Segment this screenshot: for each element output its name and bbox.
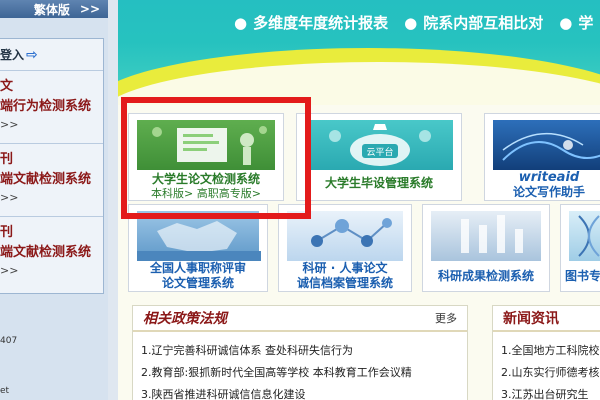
- writing-assistant-title: 论文写作助手: [512, 185, 585, 199]
- list-item[interactable]: 3.陕西省推进科研诚信信息化建设: [141, 384, 459, 400]
- sidebar-misc-text: et: [0, 386, 10, 396]
- sidebar-item-line1: 刊: [0, 225, 14, 240]
- banner-feature: ● 多维度年度统计报表: [234, 14, 389, 32]
- sidebar-misc-text: 407: [0, 336, 18, 346]
- cloud-platform-badge: 云平台: [366, 146, 393, 158]
- lab-illustration: [431, 211, 541, 261]
- policy-header: 相关政策法规 更多: [133, 306, 467, 332]
- list-item[interactable]: 1.辽宁完善科研诚信体系 查处科研失信行为: [141, 340, 459, 362]
- title-review-line2: 论文管理系统: [161, 276, 234, 290]
- feature-banner: ● 多维度年度统计报表 ● 院系内部互相比对 ● 学: [118, 0, 600, 105]
- sidebar-item-line2: 端行为检测系统: [0, 99, 92, 114]
- login-heading[interactable]: 登入 ⇨: [0, 39, 103, 71]
- banner-feature: ● 学: [559, 14, 594, 32]
- list-item[interactable]: 2.教育部:狠抓新时代全国高等学校 本科教育工作会议精: [141, 362, 459, 384]
- system-login-panel: 登入 ⇨ 文 端行为检测系统 >> 刊 端文献检测系统 >> 刊 端文献检测系统…: [0, 38, 104, 294]
- title-review-illustration: [137, 211, 261, 261]
- banner-feature-list: ● 多维度年度统计报表 ● 院系内部互相比对 ● 学: [234, 12, 593, 33]
- news-header: 新闻资讯: [493, 306, 600, 332]
- left-sidebar: 繁体版 >> 登入 ⇨ 文 端行为检测系统 >> 刊 端文献检测系统 >> 刊 …: [0, 0, 108, 400]
- tile-graduation-design[interactable]: 云平台 大学生毕设管理系统: [296, 113, 462, 201]
- graduation-design-illustration: 云平台: [305, 120, 453, 170]
- policy-list: 1.辽宁完善科研诚信体系 查处科研失信行为 2.教育部:狠抓新时代全国高等学校 …: [133, 332, 467, 400]
- news-box: 新闻资讯 1.全国地方工科院校 2.山东实行师德考核 3.江苏出台研究生: [492, 305, 600, 400]
- arrow-right-icon: ⇨: [26, 46, 38, 63]
- research-results-title: 科研成果检测系统: [437, 269, 534, 283]
- graduation-design-title: 大学生毕设管理系统: [324, 176, 433, 190]
- list-item[interactable]: 2.山东实行师德考核: [501, 362, 600, 384]
- sidebar-item-more[interactable]: >>: [0, 117, 103, 133]
- sidebar-item-more[interactable]: >>: [0, 263, 103, 279]
- vocational-version-link[interactable]: 高职高专版>: [197, 187, 261, 200]
- sidebar-item-literature-detection-2[interactable]: 刊 端文献检测系统 >>: [0, 217, 103, 290]
- sidebar-item-literature-detection-1[interactable]: 刊 端文献检测系统 >>: [0, 144, 103, 217]
- traditional-chinese-link[interactable]: 繁体版 >>: [0, 0, 108, 18]
- research-integrity-line1: 科研 · 人事论文: [302, 261, 388, 275]
- sidebar-item-line2: 端文献检测系统: [0, 245, 92, 260]
- tile-writing-assistant[interactable]: writeaid 论文写作助手: [484, 113, 600, 201]
- policy-news-box: 相关政策法规 更多 1.辽宁完善科研诚信体系 查处科研失信行为 2.教育部:狠抓…: [132, 305, 468, 400]
- tile-books[interactable]: 图书专: [560, 204, 600, 292]
- policy-title: 相关政策法规: [143, 311, 227, 327]
- banner-feature: ● 院系内部互相比对: [404, 14, 544, 32]
- bullet-icon: ●: [234, 14, 248, 32]
- bullet-icon: ●: [404, 14, 418, 32]
- main-content: ● 多维度年度统计报表 ● 院系内部互相比对 ● 学 大学生论文检测系统 本科版> 高…: [118, 0, 600, 400]
- writing-assistant-illustration: [493, 120, 600, 170]
- bullet-icon: ●: [559, 14, 573, 32]
- thesis-detection-title: 大学生论文检测系统: [151, 172, 260, 186]
- tile-research-results[interactable]: 科研成果检测系统: [422, 204, 550, 292]
- tile-thesis-detection[interactable]: 大学生论文检测系统 本科版> 高职高专版>: [128, 113, 284, 201]
- sidebar-item-line1: 刊: [0, 152, 14, 167]
- research-integrity-line2: 诚信档案管理系统: [296, 276, 393, 290]
- molecule-illustration: [287, 211, 403, 261]
- writeaid-logo: writeaid: [518, 170, 580, 185]
- policy-more-link[interactable]: 更多: [435, 310, 457, 326]
- tile-research-integrity[interactable]: 科研 · 人事论文 诚信档案管理系统: [278, 204, 412, 292]
- thesis-detection-illustration: [137, 120, 275, 170]
- login-label: 登入: [0, 48, 25, 62]
- double-chevron-right-icon: >>: [79, 2, 100, 16]
- thesis-detection-versions: 本科版> 高职高专版>: [129, 186, 283, 201]
- list-item[interactable]: 3.江苏出台研究生: [501, 384, 600, 400]
- sidebar-item-behavior-detection[interactable]: 文 端行为检测系统 >>: [0, 71, 103, 144]
- news-list: 1.全国地方工科院校 2.山东实行师德考核 3.江苏出台研究生: [493, 332, 600, 400]
- undergrad-version-link[interactable]: 本科版>: [151, 187, 193, 200]
- title-review-line1: 全国人事职称评审: [149, 261, 246, 275]
- books-title: 图书专: [565, 269, 600, 283]
- news-title: 新闻资讯: [503, 311, 559, 327]
- tile-title-review[interactable]: 全国人事职称评审 论文管理系统: [128, 204, 268, 292]
- list-item[interactable]: 1.全国地方工科院校: [501, 340, 600, 362]
- sidebar-item-line2: 端文献检测系统: [0, 172, 92, 187]
- sidebar-item-line1: 文: [0, 79, 14, 94]
- traditional-label: 繁体版: [33, 2, 70, 17]
- dna-illustration: [569, 211, 600, 261]
- sidebar-item-more[interactable]: >>: [0, 190, 103, 206]
